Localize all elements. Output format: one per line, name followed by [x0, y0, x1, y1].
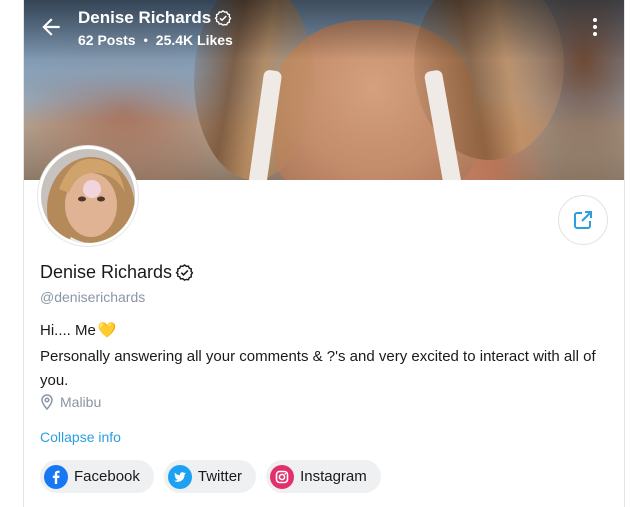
- location-text: Malibu: [60, 394, 102, 410]
- avatar[interactable]: [38, 146, 138, 246]
- more-menu-button[interactable]: [590, 16, 600, 38]
- collapse-info-link[interactable]: Collapse info: [40, 429, 121, 445]
- posts-count: 62 Posts: [78, 32, 136, 48]
- more-vertical-icon: [593, 18, 597, 36]
- stats-separator: •: [143, 33, 148, 47]
- bio-line-1: Hi.... Me 💛: [40, 321, 117, 340]
- bio-line-1-text: Hi.... Me: [40, 321, 96, 339]
- profile-handle: @deniserichards: [40, 289, 146, 305]
- share-icon: [574, 211, 592, 229]
- verified-badge-icon: [175, 264, 194, 281]
- header-title: Denise Richards: [78, 8, 233, 28]
- profile-page: Denise Richards 62 Posts • 25.4K Likes D…: [23, 0, 625, 507]
- facebook-icon: [44, 464, 68, 489]
- location-pin-icon: [41, 394, 53, 410]
- social-link-facebook[interactable]: Facebook: [40, 460, 154, 493]
- profile-name-text: Denise Richards: [40, 262, 173, 282]
- instagram-icon: [270, 464, 295, 489]
- share-button[interactable]: [558, 195, 608, 245]
- header-info: Denise Richards 62 Posts • 25.4K Likes: [78, 8, 233, 48]
- social-link-label: Instagram: [300, 468, 367, 485]
- header-name-text: Denise Richards: [78, 8, 212, 27]
- likes-count: 25.4K Likes: [155, 32, 233, 48]
- location: Malibu: [40, 394, 101, 410]
- back-button[interactable]: [38, 14, 64, 40]
- verified-badge-icon: [214, 10, 232, 26]
- social-link-twitter[interactable]: Twitter: [163, 460, 257, 493]
- header-stats: 62 Posts • 25.4K Likes: [78, 32, 233, 48]
- social-link-instagram[interactable]: Instagram: [266, 460, 381, 493]
- arrow-left-icon: [42, 18, 60, 36]
- social-links: Facebook Twitter Instagram: [40, 460, 381, 493]
- social-link-label: Facebook: [74, 468, 140, 485]
- profile-name: Denise Richards: [40, 262, 194, 283]
- avatar-image: [41, 149, 135, 243]
- yellow-heart-icon: 💛: [97, 322, 117, 339]
- bio-line-2: Personally answering all your comments &…: [40, 348, 596, 389]
- twitter-icon: [167, 464, 192, 489]
- social-link-label: Twitter: [197, 468, 243, 485]
